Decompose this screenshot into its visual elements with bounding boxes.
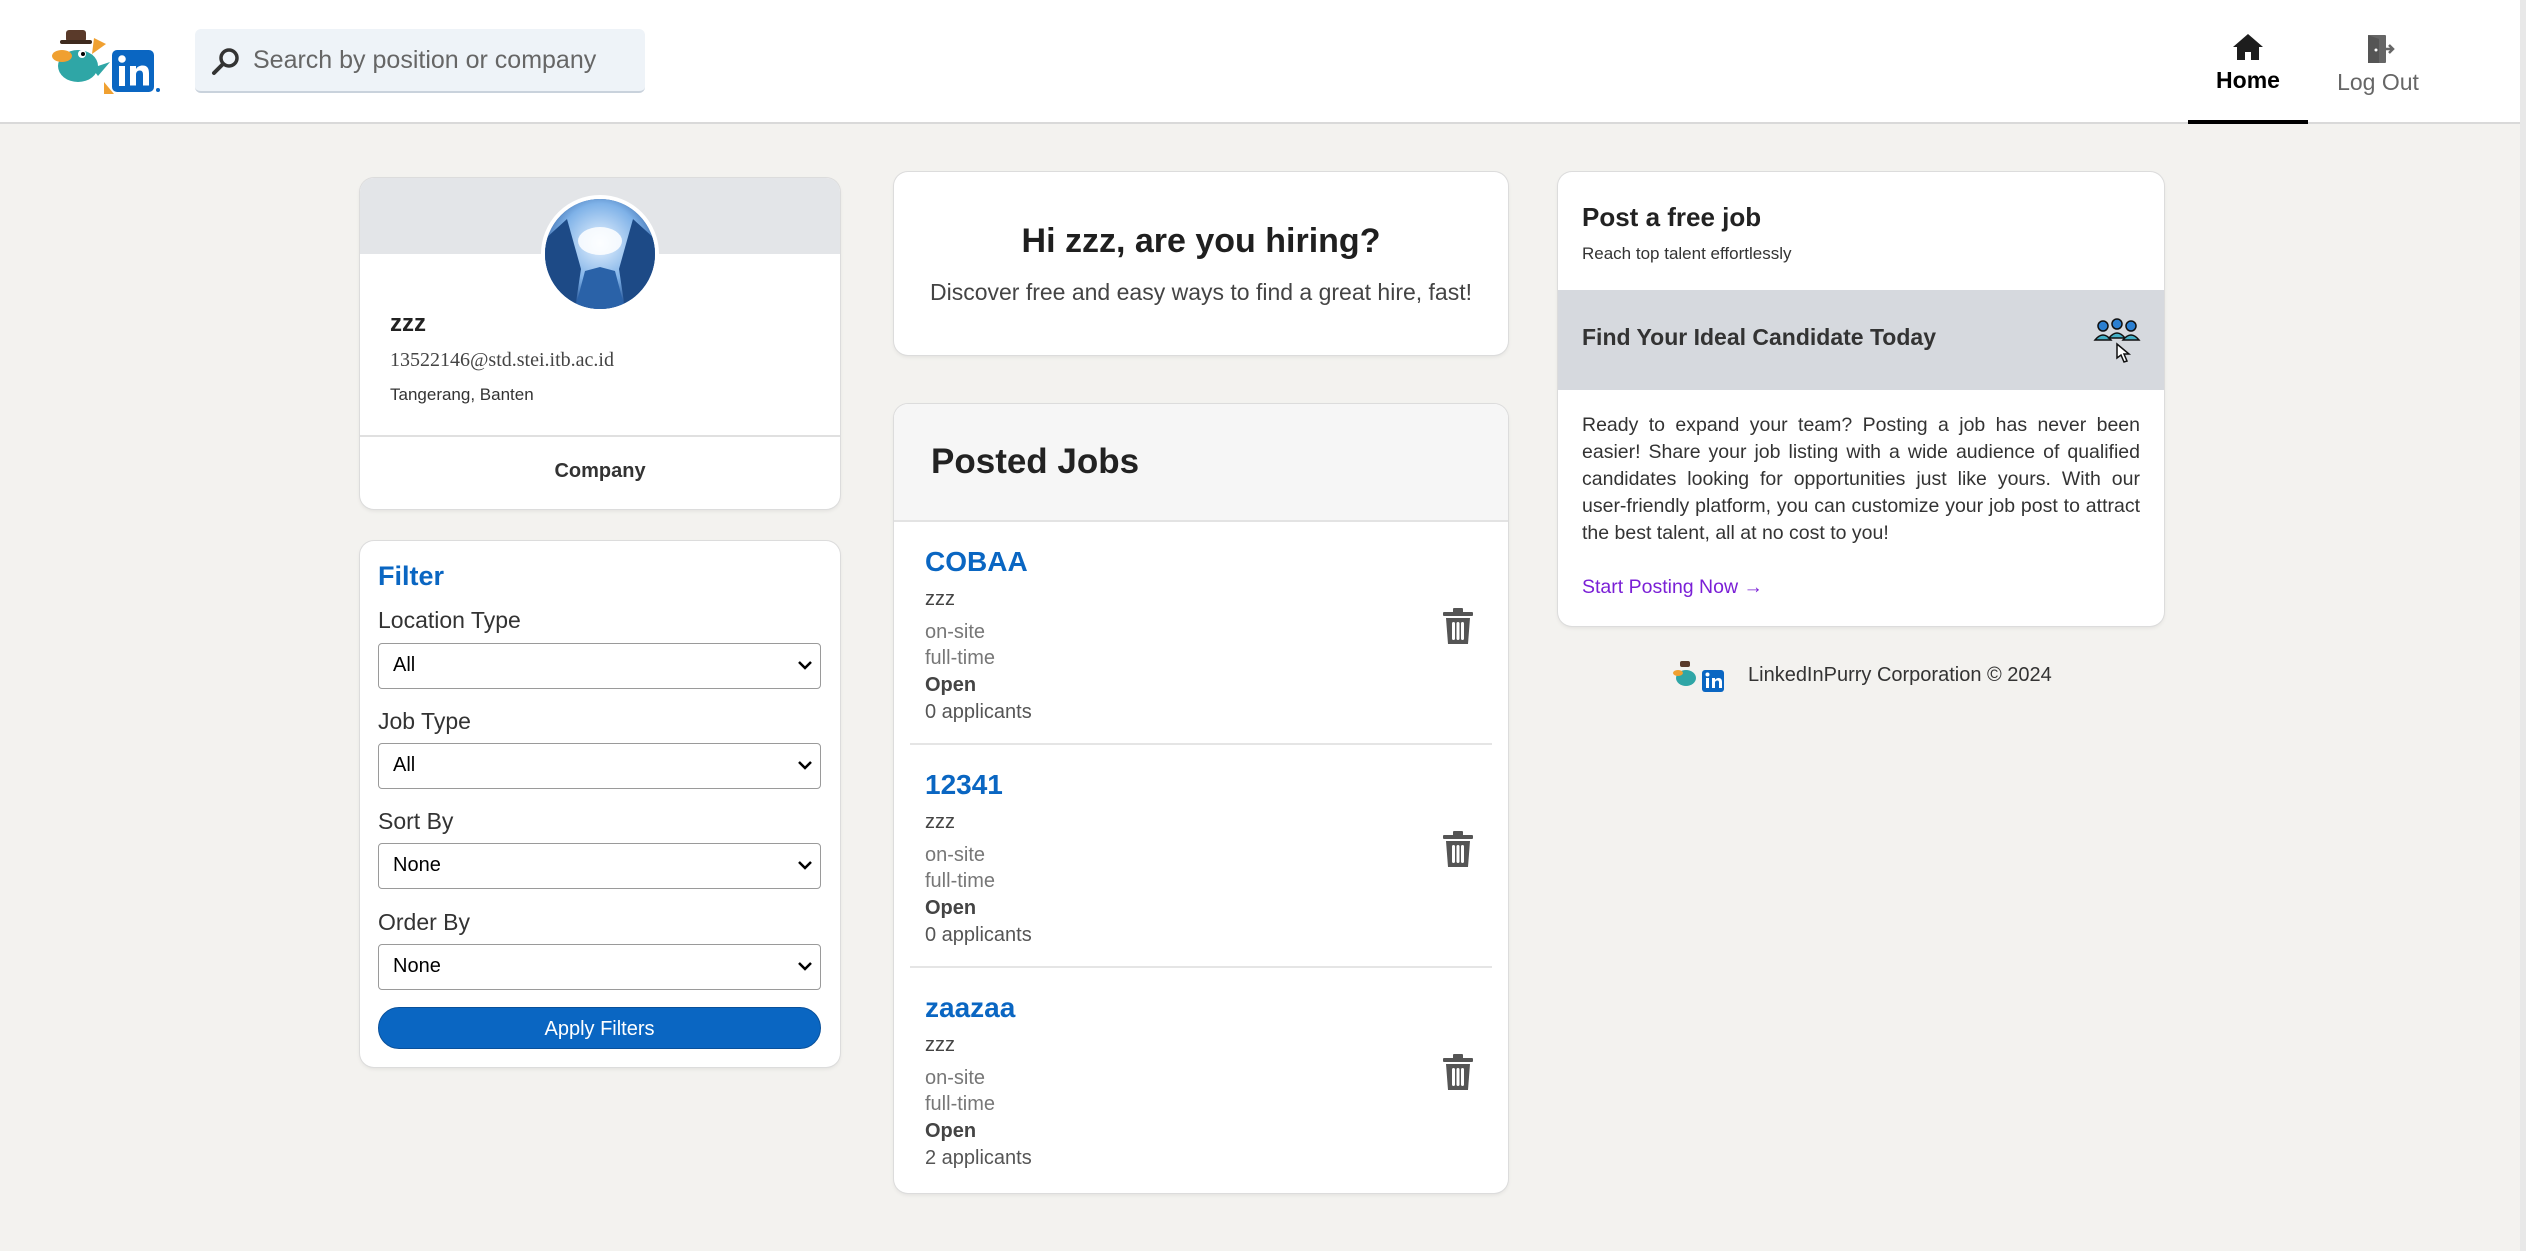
post-job-title: Post a free job: [1582, 202, 1762, 232]
chevron-down-icon: [798, 761, 812, 770]
start-posting-link[interactable]: Start Posting Now →: [1582, 576, 1763, 599]
job-status: Open: [925, 674, 977, 696]
job-title-link[interactable]: COBAA: [925, 546, 1028, 578]
home-icon: [2233, 33, 2263, 60]
job-applicants: 0 applicants: [925, 924, 1032, 946]
job-title-link[interactable]: 12341: [925, 769, 1003, 801]
job-company: zzz: [925, 1034, 955, 1056]
job-applicants: 0 applicants: [925, 701, 1032, 723]
job-list-item[interactable]: COBAA zzz on-site full-time Open 0 appli…: [910, 522, 1492, 745]
search-icon: [212, 48, 239, 75]
trash-icon[interactable]: [1440, 1052, 1476, 1092]
job-type-label: Job Type: [378, 708, 471, 734]
chevron-down-icon: [798, 962, 812, 971]
linkedinpurry-logo[interactable]: [48, 24, 164, 98]
scrollbar-track[interactable]: [2520, 0, 2526, 1251]
job-type-value: All: [393, 754, 416, 776]
profile-divider: [360, 435, 840, 437]
posted-jobs-header: Posted Jobs: [894, 404, 1508, 522]
apply-filters-button[interactable]: Apply Filters: [378, 1007, 821, 1049]
chevron-down-icon: [798, 861, 812, 870]
hiring-subtitle: Discover free and easy ways to find a gr…: [929, 279, 1473, 305]
location-type-select[interactable]: All: [378, 643, 821, 689]
filter-title: Filter: [378, 561, 445, 591]
sort-by-label: Sort By: [378, 808, 454, 834]
job-type: full-time: [925, 1093, 996, 1115]
footer: LinkedInPurry Corporation © 2024: [1672, 656, 2072, 696]
nav-home-label: Home: [2216, 66, 2280, 93]
job-applicants: 2 applicants: [925, 1147, 1032, 1169]
job-location-type: on-site: [925, 844, 986, 866]
hiring-title: Hi zzz, are you hiring?: [1021, 222, 1381, 260]
trash-icon[interactable]: [1440, 606, 1476, 646]
job-type-select[interactable]: All: [378, 743, 821, 789]
footer-logo: [1673, 661, 1724, 692]
job-type: full-time: [925, 870, 996, 892]
filter-card: Filter Location Type All Job Type All So…: [360, 541, 840, 1067]
job-title-link[interactable]: zaazaa: [925, 992, 1015, 1024]
hiring-card: Hi zzz, are you hiring? Discover free an…: [894, 172, 1508, 355]
post-job-card: Post a free job Reach top talent effortl…: [1558, 172, 2164, 626]
job-company: zzz: [925, 588, 955, 610]
posted-jobs-card: Posted Jobs COBAA zzz on-site full-time …: [894, 404, 1508, 1193]
candidate-select-icon: [2093, 318, 2141, 363]
job-list-item[interactable]: zaazaa zzz on-site full-time Open 2 appl…: [910, 968, 1492, 1191]
location-type-value: All: [393, 654, 416, 676]
order-by-select[interactable]: None: [378, 944, 821, 990]
profile-card: zzz 13522146@std.stei.itb.ac.id Tangeran…: [360, 178, 840, 509]
job-list-item[interactable]: 12341 zzz on-site full-time Open 0 appli…: [910, 745, 1492, 968]
profile-email: 13522146@std.stei.itb.ac.id: [390, 349, 614, 371]
chevron-down-icon: [798, 661, 812, 670]
job-status: Open: [925, 897, 977, 919]
trash-icon[interactable]: [1440, 829, 1476, 869]
order-by-value: None: [393, 955, 441, 977]
profile-role: Company: [554, 460, 646, 482]
job-company: zzz: [925, 811, 955, 833]
search-input[interactable]: [239, 29, 639, 91]
ideal-candidate-banner: Find Your Ideal Candidate Today: [1558, 290, 2164, 390]
job-type: full-time: [925, 647, 996, 669]
search-bar[interactable]: [195, 29, 645, 93]
nav-logout-label: Log Out: [2337, 68, 2419, 95]
nav-logout[interactable]: Log Out: [2318, 0, 2438, 124]
footer-copyright: LinkedInPurry Corporation © 2024: [1748, 664, 2052, 686]
location-type-label: Location Type: [378, 607, 521, 633]
sort-by-value: None: [393, 854, 441, 876]
ideal-candidate-title: Find Your Ideal Candidate Today: [1582, 324, 1936, 350]
order-by-label: Order By: [378, 909, 471, 935]
job-location-type: on-site: [925, 1067, 986, 1089]
top-navbar: Home Log Out: [0, 0, 2526, 124]
nav-home[interactable]: Home: [2188, 0, 2308, 124]
post-job-description: Ready to expand your team? Posting a job…: [1582, 414, 2140, 544]
sort-by-select[interactable]: None: [378, 843, 821, 889]
job-location-type: on-site: [925, 621, 986, 643]
post-job-subtitle: Reach top talent effortlessly: [1582, 244, 1792, 263]
logout-icon: [2368, 34, 2395, 63]
profile-name: zzz: [390, 310, 426, 337]
avatar[interactable]: [541, 195, 659, 313]
job-status: Open: [925, 1120, 977, 1142]
profile-location: Tangerang, Banten: [390, 385, 534, 404]
posted-jobs-title: Posted Jobs: [931, 442, 1140, 481]
